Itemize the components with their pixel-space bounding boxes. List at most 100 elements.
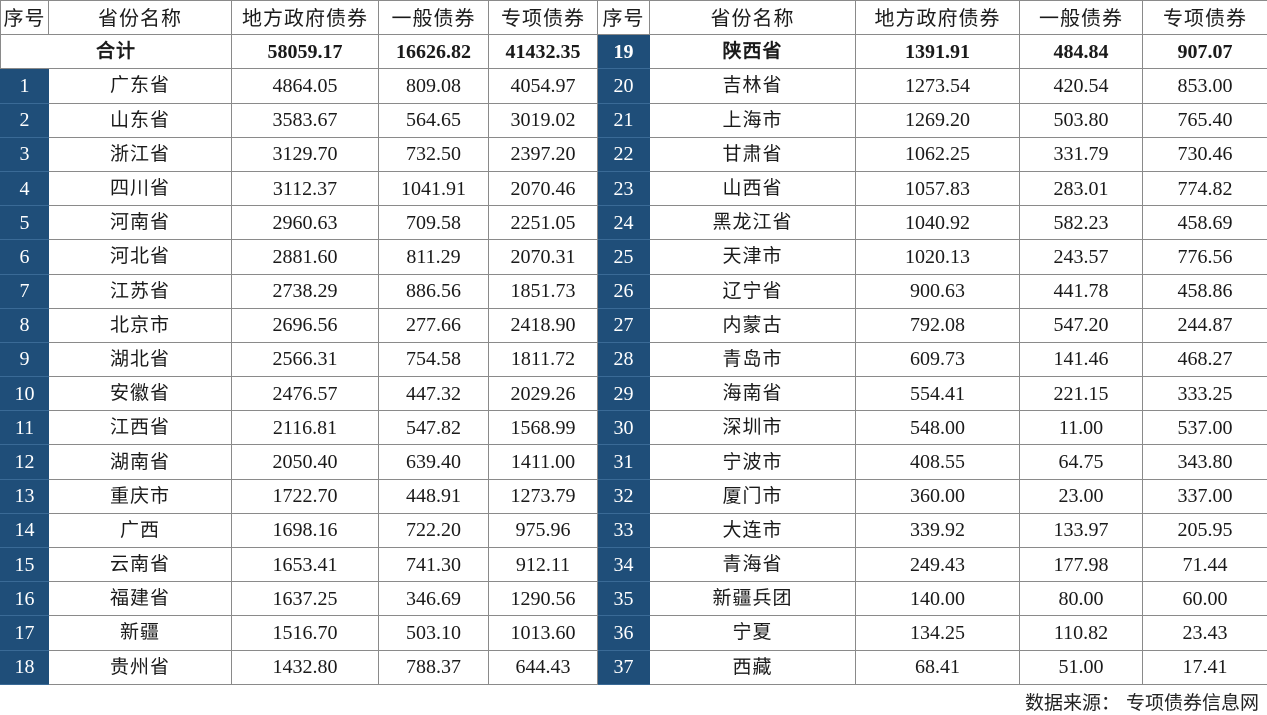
province-name: 广东省 (49, 69, 232, 103)
special-bonds-value: 2397.20 (489, 137, 598, 171)
special-bonds-value: 907.07 (1143, 35, 1267, 69)
table-row: 16福建省1637.25346.691290.5635新疆兵团140.0080.… (1, 582, 1267, 616)
local-bonds-value: 1653.41 (232, 548, 379, 582)
province-name: 安徽省 (49, 377, 232, 411)
row-index: 34 (598, 548, 650, 582)
table-row: 合计58059.1716626.8241432.3519陕西省1391.9148… (1, 35, 1267, 69)
row-index: 26 (598, 274, 650, 308)
row-index: 11 (1, 411, 49, 445)
special-bonds-value: 60.00 (1143, 582, 1267, 616)
special-bonds-value: 1290.56 (489, 582, 598, 616)
special-bonds-value: 1411.00 (489, 445, 598, 479)
table-row: 9湖北省2566.31754.581811.7228青岛市609.73141.4… (1, 342, 1267, 376)
general-bonds-value: 547.82 (379, 411, 489, 445)
table-row: 8北京市2696.56277.662418.9027内蒙古792.08547.2… (1, 308, 1267, 342)
general-bonds-value: 441.78 (1020, 274, 1143, 308)
local-bonds-value: 68.41 (856, 650, 1020, 684)
row-index: 19 (598, 35, 650, 69)
special-bonds-value: 1811.72 (489, 342, 598, 376)
table-row: 11江西省2116.81547.821568.9930深圳市548.0011.0… (1, 411, 1267, 445)
local-bonds-value: 1062.25 (856, 137, 1020, 171)
local-bonds-value: 609.73 (856, 342, 1020, 376)
general-bonds-value: 346.69 (379, 582, 489, 616)
row-index: 6 (1, 240, 49, 274)
province-name: 贵州省 (49, 650, 232, 684)
general-bonds-value: 283.01 (1020, 171, 1143, 205)
general-bonds-value: 221.15 (1020, 377, 1143, 411)
local-bonds-value: 1040.92 (856, 206, 1020, 240)
row-index: 32 (598, 479, 650, 513)
province-name: 湖北省 (49, 342, 232, 376)
local-bonds-value: 2476.57 (232, 377, 379, 411)
general-bonds-value: 754.58 (379, 342, 489, 376)
province-name: 新疆 (49, 616, 232, 650)
row-index: 22 (598, 137, 650, 171)
special-bonds-value: 1273.79 (489, 479, 598, 513)
special-bonds-value: 730.46 (1143, 137, 1267, 171)
total-local-bonds: 58059.17 (232, 35, 379, 69)
general-bonds-value: 564.65 (379, 103, 489, 137)
province-name: 内蒙古 (650, 308, 856, 342)
row-index: 15 (1, 548, 49, 582)
header-index-left: 序号 (1, 1, 49, 35)
local-government-bond-table: 序号省份名称地方政府债券一般债券专项债券序号省份名称地方政府债券一般债券专项债券… (0, 0, 1267, 685)
province-name: 天津市 (650, 240, 856, 274)
row-index: 36 (598, 616, 650, 650)
local-bonds-value: 1273.54 (856, 69, 1020, 103)
table-row: 12湖南省2050.40639.401411.0031宁波市408.5564.7… (1, 445, 1267, 479)
special-bonds-value: 2251.05 (489, 206, 598, 240)
local-bonds-value: 554.41 (856, 377, 1020, 411)
row-index: 24 (598, 206, 650, 240)
row-index: 29 (598, 377, 650, 411)
general-bonds-value: 709.58 (379, 206, 489, 240)
row-index: 1 (1, 69, 49, 103)
row-index: 14 (1, 513, 49, 547)
general-bonds-value: 811.29 (379, 240, 489, 274)
local-bonds-value: 2116.81 (232, 411, 379, 445)
special-bonds-value: 17.41 (1143, 650, 1267, 684)
special-bonds-value: 333.25 (1143, 377, 1267, 411)
special-bonds-value: 468.27 (1143, 342, 1267, 376)
row-index: 10 (1, 377, 49, 411)
local-bonds-value: 3583.67 (232, 103, 379, 137)
general-bonds-value: 141.46 (1020, 342, 1143, 376)
header-special-bonds-left: 专项债券 (489, 1, 598, 35)
general-bonds-value: 503.10 (379, 616, 489, 650)
table-row: 4四川省3112.371041.912070.4623山西省1057.83283… (1, 171, 1267, 205)
special-bonds-value: 205.95 (1143, 513, 1267, 547)
row-index: 35 (598, 582, 650, 616)
debt-table-container: 序号省份名称地方政府债券一般债券专项债券序号省份名称地方政府债券一般债券专项债券… (0, 0, 1267, 713)
row-index: 18 (1, 650, 49, 684)
province-name: 辽宁省 (650, 274, 856, 308)
total-special-bonds: 41432.35 (489, 35, 598, 69)
special-bonds-value: 458.86 (1143, 274, 1267, 308)
special-bonds-value: 975.96 (489, 513, 598, 547)
general-bonds-value: 886.56 (379, 274, 489, 308)
province-name: 甘肃省 (650, 137, 856, 171)
special-bonds-value: 337.00 (1143, 479, 1267, 513)
province-name: 大连市 (650, 513, 856, 547)
general-bonds-value: 64.75 (1020, 445, 1143, 479)
table-row: 7江苏省2738.29886.561851.7326辽宁省900.63441.7… (1, 274, 1267, 308)
province-name: 厦门市 (650, 479, 856, 513)
header-special-bonds-right: 专项债券 (1143, 1, 1267, 35)
table-row: 17新疆1516.70503.101013.6036宁夏134.25110.82… (1, 616, 1267, 650)
row-index: 27 (598, 308, 650, 342)
special-bonds-value: 2070.46 (489, 171, 598, 205)
local-bonds-value: 3129.70 (232, 137, 379, 171)
table-row: 15云南省1653.41741.30912.1134青海省249.43177.9… (1, 548, 1267, 582)
header-general-bonds-right: 一般债券 (1020, 1, 1143, 35)
general-bonds-value: 51.00 (1020, 650, 1143, 684)
general-bonds-value: 133.97 (1020, 513, 1143, 547)
local-bonds-value: 2881.60 (232, 240, 379, 274)
row-index: 31 (598, 445, 650, 479)
general-bonds-value: 331.79 (1020, 137, 1143, 171)
general-bonds-value: 1041.91 (379, 171, 489, 205)
row-index: 9 (1, 342, 49, 376)
general-bonds-value: 582.23 (1020, 206, 1143, 240)
row-index: 28 (598, 342, 650, 376)
special-bonds-value: 537.00 (1143, 411, 1267, 445)
header-row: 序号省份名称地方政府债券一般债券专项债券序号省份名称地方政府债券一般债券专项债券 (1, 1, 1267, 35)
row-index: 17 (1, 616, 49, 650)
province-name: 西藏 (650, 650, 856, 684)
